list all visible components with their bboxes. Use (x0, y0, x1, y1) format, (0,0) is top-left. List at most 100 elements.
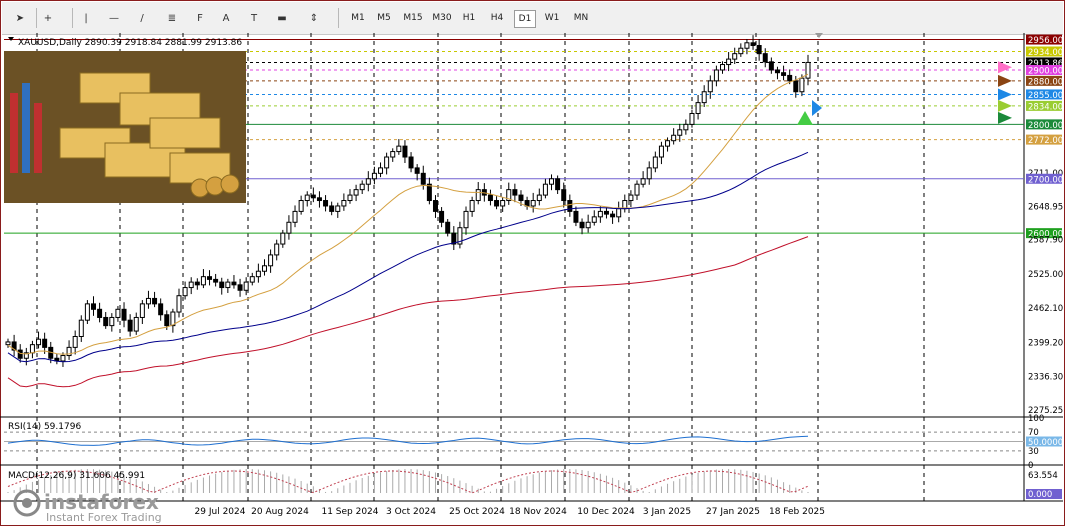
candle-body (127, 319, 133, 332)
candle-body (781, 72, 787, 76)
candle-body (500, 200, 506, 207)
candle-body (494, 200, 500, 207)
candle-body (726, 58, 732, 66)
timeframe-m1-button[interactable]: M1 (348, 10, 368, 26)
x-tick-label: 10 Dec 2024 (577, 507, 635, 517)
x-tick-label: 18 Nov 2024 (509, 507, 567, 517)
candle-body (567, 200, 573, 212)
candle-body (310, 194, 316, 199)
x-tick-label: 25 Oct 2024 (449, 507, 505, 517)
x-tick-label: 11 Sep 2024 (321, 507, 378, 517)
cursor-icon[interactable]: ➤ (11, 8, 29, 28)
candle-body (109, 316, 115, 327)
candle-body (365, 178, 371, 185)
signal-arrow (998, 88, 1012, 101)
candle-body (774, 69, 780, 74)
text-label-icon[interactable]: T (245, 8, 263, 28)
candle-body (237, 284, 243, 291)
candle-body (384, 156, 390, 169)
y-tick-label: 2648.95 (1028, 203, 1063, 213)
toolbar: ➤ + | — / ≣ F A T ▬ ⇕ M1 M5 M15 M30 H1 H4 D1 W1 MN (2, 2, 1063, 35)
candle-body (445, 221, 451, 234)
timeframe-w1-button[interactable]: W1 (542, 10, 562, 26)
trendline-icon[interactable]: / (133, 8, 151, 28)
chart-shift-marker (815, 33, 823, 38)
candle-body (707, 80, 713, 93)
price-level-tag-label: 2834.00 (1028, 102, 1063, 112)
candle-body (29, 344, 35, 354)
candle-body (84, 303, 90, 321)
candle-body (268, 254, 274, 267)
candle-body (408, 156, 414, 169)
red-bar (10, 93, 18, 173)
gold-bars-image (4, 51, 246, 203)
candle-body (145, 297, 151, 305)
candle-body (194, 281, 200, 286)
candle-body (561, 189, 567, 202)
signal-arrow (812, 100, 822, 117)
candle-body (133, 316, 139, 332)
text-icon[interactable]: A (217, 8, 235, 28)
candle-body (243, 281, 249, 291)
rsi-axis-label: 30 (1028, 447, 1039, 457)
instaforex-tagline: Instant Forex Trading (46, 511, 162, 524)
candle-body (188, 281, 194, 289)
candle-body (585, 221, 591, 229)
candle-body (280, 232, 286, 245)
candle-body (176, 295, 182, 313)
arrows-icon[interactable]: ⇕ (305, 8, 323, 28)
candle-body (463, 210, 469, 229)
candle-body (787, 74, 793, 82)
candle-body (677, 129, 683, 136)
candle-body (5, 341, 11, 346)
horizontal-line-icon[interactable]: — (105, 8, 123, 28)
candle-body (420, 172, 426, 185)
timeframe-d1-button[interactable]: D1 (514, 10, 536, 28)
timeframe-m30-button[interactable]: M30 (430, 10, 454, 26)
channel-icon[interactable]: ≣ (163, 8, 181, 28)
macd-axis-label: 63.554 (1028, 471, 1058, 481)
candle-body (231, 281, 237, 286)
timeframe-m5-button[interactable]: M5 (374, 10, 394, 26)
candle-body (182, 287, 188, 297)
macd-zero-label: 0.000 (1028, 490, 1052, 500)
vertical-line-icon[interactable]: | (77, 8, 95, 28)
candle-body (97, 308, 103, 318)
timeframe-mn-button[interactable]: MN (570, 10, 592, 26)
candle-body (597, 210, 603, 218)
candle-body (658, 145, 664, 158)
price-level-tag-label: 2934.00 (1028, 48, 1063, 58)
candle-body (335, 205, 341, 212)
timeframe-h1-button[interactable]: H1 (460, 10, 478, 26)
candle-body (799, 77, 805, 93)
candle-body (341, 200, 347, 207)
rsi-50-label: 50.0000 (1028, 438, 1063, 448)
candle-body (390, 151, 396, 158)
toolbar-separator (72, 8, 73, 28)
rectangle-icon[interactable]: ▬ (273, 8, 291, 28)
timeframe-m15-button[interactable]: M15 (400, 10, 426, 26)
candle-body (72, 336, 78, 348)
candle-body (42, 338, 48, 348)
candle-body (292, 210, 298, 223)
rsi-axis-label: 0 (1028, 461, 1033, 471)
price-chart[interactable]: 29 Jul 2024 20 Aug 2024 11 Sep 2024 3 Oct 2… (0, 33, 1063, 525)
candle-body (744, 42, 750, 49)
fibonacci-icon[interactable]: F (191, 8, 209, 28)
rsi-label: RSI(14) 59.1796 (8, 422, 81, 432)
candle-body (762, 53, 768, 63)
candle-body (555, 178, 561, 191)
price-level-tag-label: 2800.00 (1028, 121, 1063, 131)
timeframe-h4-button[interactable]: H4 (488, 10, 506, 26)
candle-body (573, 210, 579, 223)
candle-body (536, 194, 542, 202)
candle-body (115, 308, 121, 318)
candle-body (665, 140, 671, 147)
x-tick-label: 3 Oct 2024 (386, 507, 436, 517)
macd-label: MACD(12,26,9) 31.606 45.991 (8, 471, 145, 481)
crosshair-icon[interactable]: + (39, 8, 57, 28)
candle-body (323, 200, 329, 207)
candle-body (78, 319, 84, 338)
candle-body (90, 303, 96, 310)
candle-body (316, 197, 322, 202)
